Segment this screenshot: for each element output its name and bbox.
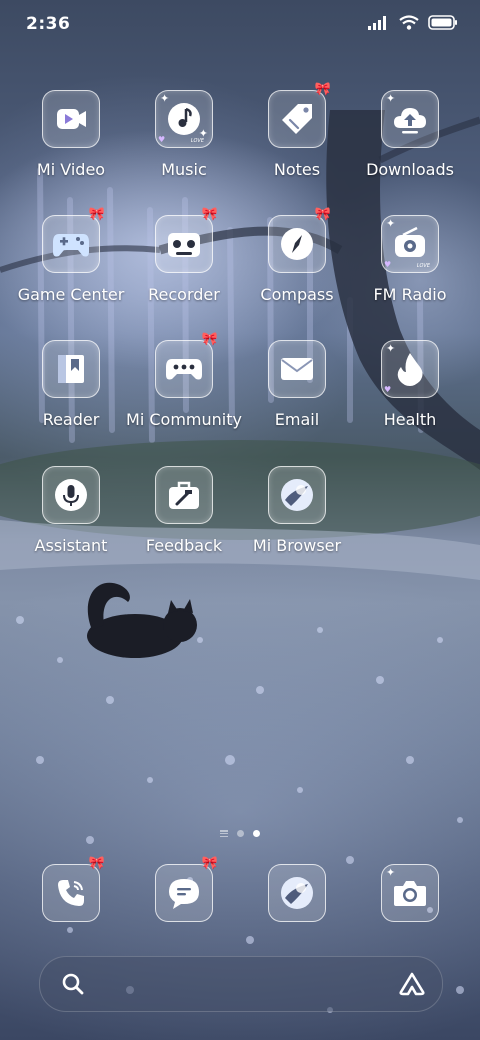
toolbox-icon: [169, 481, 199, 509]
search-icon[interactable]: [61, 972, 85, 996]
page-dot: [237, 830, 244, 837]
reader-tile[interactable]: [42, 340, 100, 398]
radio-icon: [395, 226, 425, 257]
app-mi-browser[interactable]: Mi Browser: [241, 466, 353, 586]
dock-messages[interactable]: 🎀: [155, 857, 218, 922]
music-note-icon: [168, 103, 200, 135]
health-tile[interactable]: ✦ ♥: [381, 340, 439, 398]
dock-browser[interactable]: [268, 864, 326, 922]
wifi-icon: [399, 15, 419, 30]
recorder-tile[interactable]: 🎀: [155, 208, 218, 273]
browser-icon: [281, 877, 313, 909]
status-time: 2:36: [26, 14, 71, 34]
compass-icon: [281, 228, 313, 260]
book-icon: [58, 355, 84, 383]
app-mi-video[interactable]: Mi Video: [15, 90, 127, 210]
app-fm-radio[interactable]: ✦ ♥ LOVE FM Radio: [354, 215, 466, 335]
app-feedback[interactable]: Feedback: [128, 466, 240, 586]
mi-community-tile[interactable]: 🎀: [155, 333, 218, 398]
bow-icon: 🎀: [88, 856, 105, 871]
heart-icon: ♥: [384, 260, 392, 269]
app-assistant[interactable]: Assistant: [15, 466, 127, 586]
phone-icon: [58, 880, 84, 906]
search-bar[interactable]: [39, 956, 443, 1012]
bow-icon: 🎀: [201, 207, 218, 222]
app-compass[interactable]: 🎀 Compass: [241, 208, 353, 335]
page-dot-active: [253, 830, 260, 837]
heart-icon: ♥: [158, 135, 166, 144]
app-game-center[interactable]: 🎀 Game Center: [15, 208, 127, 335]
bow-icon: 🎀: [314, 82, 331, 97]
bow-icon: 🎀: [314, 207, 331, 222]
sparkle-icon: ✦: [386, 866, 396, 879]
gamepad-icon: [53, 234, 89, 257]
app-label: Health: [383, 410, 437, 429]
globe-icon: [281, 479, 313, 511]
app-label: FM Radio: [373, 285, 447, 304]
bow-icon: 🎀: [201, 856, 218, 871]
controller-icon: [166, 359, 202, 380]
music-tile[interactable]: ✦ ✦ ♥ LOVE: [155, 90, 213, 148]
sparkle-icon: ✦: [386, 217, 396, 230]
love-sticker: LOVE: [190, 138, 204, 144]
cat-figure: [87, 582, 197, 658]
love-sticker: LOVE: [416, 263, 430, 269]
app-reader[interactable]: Reader: [15, 340, 127, 460]
downloads-tile[interactable]: ✦: [381, 90, 439, 148]
cassette-icon: [168, 233, 200, 257]
battery-icon: [428, 15, 457, 30]
heart-icon: ♥: [384, 385, 392, 394]
assistant-logo-icon[interactable]: [398, 971, 426, 997]
flame-icon: [397, 353, 423, 386]
status-bar: 2:36: [0, 0, 480, 50]
app-music[interactable]: ✦ ✦ ♥ LOVE Music: [128, 90, 240, 210]
app-health[interactable]: ✦ ♥ Health: [354, 340, 466, 460]
assistant-tile[interactable]: [42, 466, 100, 524]
mi-video-tile[interactable]: [42, 90, 100, 148]
bow-icon: 🎀: [88, 207, 105, 222]
app-email[interactable]: Email: [241, 340, 353, 460]
app-label: Downloads: [366, 160, 454, 179]
message-icon: [169, 879, 199, 909]
page-list-icon: [220, 830, 228, 837]
fm-radio-tile[interactable]: ✦ ♥ LOVE: [381, 215, 439, 273]
envelope-icon: [281, 358, 313, 380]
microphone-icon: [55, 479, 87, 511]
dock-camera[interactable]: ✦: [381, 864, 439, 922]
camera-icon: [394, 881, 426, 906]
sparkle-icon: ✦: [386, 92, 396, 105]
game-center-tile[interactable]: 🎀: [42, 208, 105, 273]
feedback-tile[interactable]: [155, 466, 213, 524]
page-indicator[interactable]: [0, 830, 480, 837]
app-downloads[interactable]: ✦ Downloads: [354, 90, 466, 210]
app-recorder[interactable]: 🎀 Recorder: [128, 208, 240, 335]
mi-browser-tile[interactable]: [268, 466, 326, 524]
app-mi-community[interactable]: 🎀 Mi Community: [126, 333, 242, 460]
cloud-upload-icon: [394, 108, 426, 134]
dock-phone[interactable]: 🎀: [42, 857, 105, 922]
sparkle-icon: ✦: [160, 92, 170, 105]
sparkle-icon: ✦: [386, 342, 396, 355]
status-icons: [368, 15, 458, 30]
video-icon: [57, 109, 86, 129]
signal-icon: [368, 15, 386, 30]
app-label: Mi Browser: [252, 536, 342, 555]
app-notes[interactable]: 🎀 Notes: [241, 83, 353, 210]
email-tile[interactable]: [268, 340, 326, 398]
notes-tile[interactable]: 🎀: [268, 83, 331, 148]
compass-tile[interactable]: 🎀: [268, 208, 331, 273]
bow-icon: 🎀: [201, 332, 218, 347]
tag-icon: [282, 104, 312, 134]
